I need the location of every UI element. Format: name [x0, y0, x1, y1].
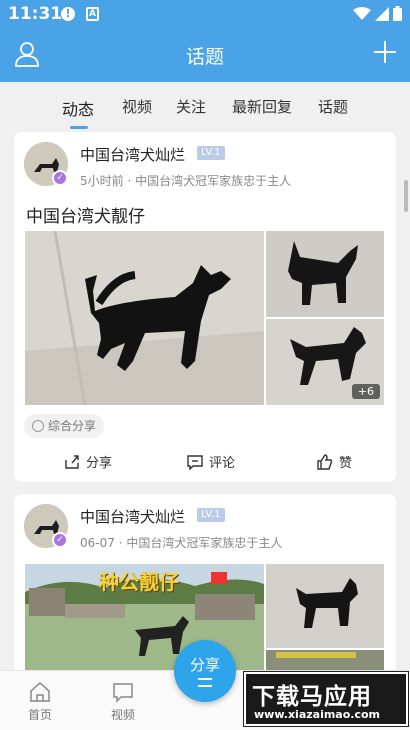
share-icon [65, 454, 79, 469]
like-label: 赞 [339, 456, 353, 471]
comment-icon [187, 454, 203, 470]
image-caption: 种公靓仔 [99, 570, 179, 594]
page-title: 话题 [185, 46, 224, 68]
share-fab-label: 分享 [189, 656, 220, 674]
tab-active-indicator [70, 126, 88, 129]
status-bar: 11:31 ! A [0, 0, 410, 28]
scrollbar[interactable] [404, 180, 408, 212]
alert-icon: ! [61, 7, 75, 21]
topic-tag[interactable]: 综合分享 [24, 414, 105, 438]
nav-video-label: 视频 [110, 708, 135, 722]
tab-latest-reply[interactable]: 最新回复 [232, 96, 292, 117]
system-icons [353, 6, 402, 21]
level-badge: LV.1 [197, 508, 225, 522]
post-title[interactable]: 中国台湾犬靓仔 [26, 202, 145, 227]
comment-button[interactable]: 评论 [187, 452, 235, 471]
tab-follow[interactable]: 关注 [176, 96, 206, 117]
app-notification-icon: A [86, 7, 99, 21]
tag-icon [32, 420, 44, 432]
battery-icon [393, 6, 402, 21]
nav-home[interactable]: 首页 [15, 681, 65, 723]
verified-badge-icon: ✓ [52, 532, 68, 548]
watermark-logo: 下载马应用 www.xiazaimao.com [243, 671, 409, 727]
like-button[interactable]: 赞 [317, 452, 352, 471]
thumbs-up-icon [317, 453, 333, 470]
share-button[interactable]: 分享 [64, 452, 112, 471]
toolbar: 话题 [0, 28, 410, 82]
comment-label: 评论 [209, 456, 236, 471]
post-meta: 5小时前 · 中国台湾犬冠军家族忠于主人 [80, 174, 292, 188]
tab-bar: 动态 视频 关注 最新回复 话题 [0, 82, 410, 130]
signal-icon [375, 6, 389, 21]
status-time: 11:31 [8, 4, 63, 24]
tab-video[interactable]: 视频 [122, 96, 152, 117]
post-image-2[interactable] [266, 564, 384, 648]
nav-video[interactable]: 视频 [98, 681, 148, 723]
app-bar: 11:31 ! A 话题 [0, 0, 410, 82]
tab-dynamic[interactable]: 动态 [62, 96, 94, 120]
share-fab-button[interactable]: 分享 [174, 640, 236, 702]
flag-icon [211, 572, 227, 584]
watermark-url: www.xiazaimao.com [254, 708, 381, 721]
post-image-main[interactable] [25, 231, 264, 405]
author-name[interactable]: 中国台湾犬灿烂 [80, 144, 185, 165]
watermark-brand: 下载马应用 [252, 684, 372, 710]
home-icon [30, 681, 50, 702]
add-icon[interactable] [372, 39, 398, 69]
tab-topic[interactable]: 话题 [318, 96, 348, 117]
video-icon [113, 683, 133, 703]
more-images-count[interactable]: +6 [351, 384, 380, 399]
verified-badge-icon: ✓ [52, 170, 68, 186]
wifi-icon [353, 6, 371, 20]
level-badge: LV.1 [197, 146, 225, 160]
share-label: 分享 [86, 456, 113, 471]
post-image-2[interactable] [266, 231, 384, 317]
nav-home-label: 首页 [27, 708, 52, 722]
post-meta: 06-07 · 中国台湾犬冠军家族忠于主人 [80, 536, 283, 550]
tag-label: 综合分享 [48, 419, 97, 433]
author-name[interactable]: 中国台湾犬灿烂 [80, 506, 185, 527]
menu-icon [198, 678, 212, 687]
post-image-3[interactable]: +6 [266, 319, 384, 405]
post-card[interactable]: ✓ 中国台湾犬灿烂 LV.1 5小时前 · 中国台湾犬冠军家族忠于主人 中国台湾… [14, 132, 396, 482]
